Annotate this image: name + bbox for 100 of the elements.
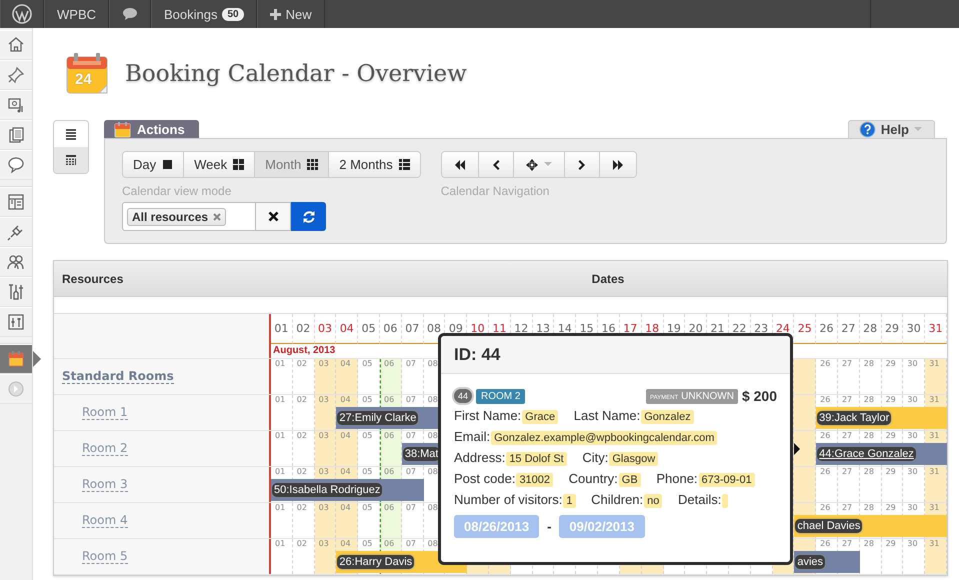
day-number: 01 (271, 314, 293, 344)
booking-label[interactable]: 44:Grace Gonzalez (817, 447, 916, 461)
day-mark: 31 (928, 431, 940, 442)
day-mark: 27 (840, 431, 852, 442)
refresh-icon (302, 210, 316, 224)
actions-tab[interactable]: Actions (104, 120, 199, 138)
count-badge: 50 (222, 8, 244, 20)
day-mark: 28 (862, 467, 874, 478)
bookings-link[interactable]: Bookings 50 (151, 0, 257, 28)
clear-button[interactable] (256, 202, 291, 231)
booking-bar[interactable]: 44:Grace Gonzalez (816, 443, 947, 465)
field-value: 31002 (516, 473, 554, 487)
menu-item[interactable] (0, 150, 32, 180)
caret-icon (544, 162, 552, 167)
view-mode-button[interactable]: Week (183, 152, 254, 177)
previous-icon (490, 158, 501, 170)
booking-bar[interactable]: avies (794, 551, 860, 573)
view-mode-button[interactable]: Day (123, 152, 184, 177)
day-mark: 30 (906, 503, 918, 514)
booking-label[interactable]: 50:Isabella Rodriguez (272, 483, 382, 497)
day-mark: 26 (819, 503, 830, 514)
field-value: no (644, 494, 662, 508)
settings-icon (6, 312, 26, 332)
view-mode-button[interactable]: 2 Months (328, 152, 420, 177)
site-link[interactable]: WPBC (44, 0, 109, 28)
field-value: Gonzalez (641, 410, 694, 424)
column-header: Dates (590, 272, 626, 286)
view-toggle-button[interactable] (54, 147, 88, 173)
field-caption: Calendar Navigation (440, 184, 550, 198)
resource-tag: ROOM 2 (476, 388, 526, 404)
menu-item[interactable] (0, 247, 32, 277)
day-mark: 28 (862, 431, 874, 442)
navigation-button[interactable] (564, 152, 599, 177)
day-mark: 04 (339, 359, 351, 370)
date-tag: 08/26/2013 (454, 515, 540, 538)
booking-bar[interactable]: 50:Isabella Rodriguez (271, 479, 424, 501)
day-mark: 07 (404, 395, 416, 406)
navigation-button[interactable] (442, 152, 478, 177)
menu-item[interactable] (0, 60, 32, 90)
remove-icon[interactable] (213, 212, 222, 220)
resource-chip[interactable]: All resources (127, 208, 226, 226)
navigation-button[interactable] (598, 152, 636, 177)
help-tab[interactable]: Help (848, 120, 935, 138)
day-mark: 29 (884, 395, 896, 406)
field-label: Number of visitors: (454, 492, 562, 507)
comments-icon (6, 155, 26, 175)
field-label: Post code: (454, 471, 516, 486)
day-mark: 31 (928, 395, 940, 406)
field-value: Glasgow (609, 452, 658, 466)
field-label: City: (582, 450, 608, 465)
day-mark: 03 (318, 467, 329, 478)
day-mark: 30 (906, 431, 918, 442)
list-icon (398, 159, 410, 170)
day-mark: 05 (361, 431, 372, 442)
list-icon (65, 128, 77, 140)
day-mark: 31 (928, 503, 940, 514)
day-number: 29 (882, 314, 904, 344)
menu-item[interactable] (0, 217, 32, 247)
menu-item[interactable] (0, 120, 32, 150)
booking-label[interactable]: 26:Harry Davis (337, 555, 414, 569)
navigation-button[interactable] (478, 152, 513, 177)
new-link[interactable]: New (256, 0, 325, 28)
day-mark: 04 (339, 539, 351, 550)
day-mark: 05 (361, 539, 372, 550)
booking-label[interactable]: 38:Mat (402, 447, 440, 461)
booking-bar[interactable]: chael Davies (794, 515, 947, 537)
booking-bar[interactable]: 39:Jack Taylor (816, 407, 947, 429)
booking-label[interactable]: avies (795, 555, 826, 569)
resource-link[interactable]: Standard Rooms (62, 369, 174, 384)
day-mark: 27 (840, 503, 852, 514)
menu-item[interactable] (0, 277, 32, 307)
day-mark: 07 (404, 467, 416, 478)
day-mark: 30 (906, 359, 918, 370)
day-mark: 01 (274, 539, 286, 550)
field-value: 1 (563, 494, 576, 508)
booking-label[interactable]: 39:Jack Taylor (817, 411, 892, 425)
comment-icon[interactable] (122, 7, 138, 21)
menu-item[interactable] (0, 187, 32, 217)
day-mark: 28 (862, 359, 874, 370)
menu-item[interactable] (0, 30, 32, 60)
day-mark: 06 (383, 467, 394, 478)
menu-item[interactable] (0, 90, 32, 120)
refresh-button[interactable] (291, 202, 326, 231)
navigation-button[interactable] (512, 152, 564, 177)
day-number: 06 (380, 314, 402, 344)
day-mark: 26 (819, 539, 830, 550)
day-mark: 03 (318, 431, 329, 442)
page-title: Booking Calendar - Overview (125, 61, 467, 87)
calendar-icon (6, 349, 26, 369)
field-label: Children: (591, 492, 644, 507)
pointer-arrow (794, 443, 800, 455)
day-mark: 02 (296, 539, 307, 550)
booking-label[interactable]: 27:Emily Clarke (337, 411, 418, 425)
field-caption: Calendar view mode (122, 184, 232, 198)
menu-item[interactable] (0, 307, 32, 337)
day-mark: 29 (884, 431, 896, 442)
day-number: 05 (358, 314, 380, 344)
resource-select[interactable]: All resources (122, 202, 256, 231)
column-header: Resources (61, 272, 124, 286)
booking-label[interactable]: chael Davies (795, 519, 862, 533)
